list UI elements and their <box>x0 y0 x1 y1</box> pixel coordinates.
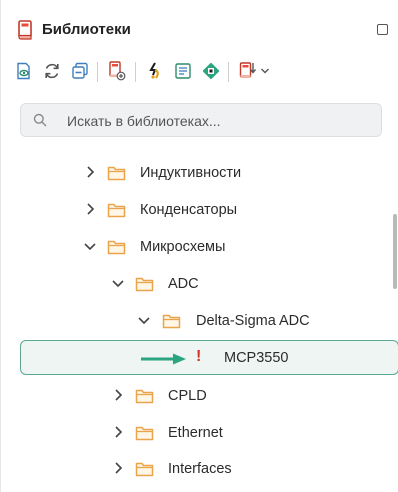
view-library-icon[interactable] <box>13 60 35 82</box>
maximize-icon[interactable] <box>377 24 388 35</box>
chevron-right-icon[interactable] <box>111 461 125 475</box>
library-book-icon <box>17 20 35 40</box>
chevron-right-icon[interactable] <box>111 388 125 402</box>
folder-icon <box>107 239 126 255</box>
chevron-right-icon[interactable] <box>83 202 97 216</box>
vertical-scrollbar[interactable] <box>393 214 397 289</box>
search-icon <box>33 113 47 132</box>
tree-item-label: Индуктивности <box>140 165 242 181</box>
tree-item-label: MCP3550 <box>224 350 289 366</box>
tree-item[interactable]: Interfaces <box>1 452 381 486</box>
warning-status-icon: ! <box>196 348 202 365</box>
toolbar <box>1 60 398 92</box>
tree-item-label: Ethernet <box>168 425 223 441</box>
chip-icon[interactable] <box>200 60 222 82</box>
tree-item[interactable]: Индуктивности <box>1 156 381 190</box>
toolbar-separator <box>97 62 98 82</box>
library-tree: Индуктивности Конденсаторы Микросхемы AD… <box>1 150 398 492</box>
add-library-icon[interactable] <box>106 60 128 82</box>
folder-icon <box>135 388 154 404</box>
folder-icon <box>135 425 154 441</box>
tree-item-label: Interfaces <box>168 461 232 477</box>
folder-icon <box>107 202 126 218</box>
panel-title: Библиотеки <box>42 21 131 38</box>
tree-item[interactable]: CPLD <box>1 379 381 413</box>
import-library-icon[interactable] <box>237 60 259 82</box>
tree-item[interactable]: Delta-Sigma ADC <box>1 304 381 338</box>
toolbar-separator <box>228 62 229 82</box>
tree-item-selected[interactable]: ! MCP3550 <box>20 340 398 375</box>
tree-item[interactable]: Микросхемы <box>1 230 381 264</box>
chevron-down-icon[interactable] <box>111 276 125 290</box>
tree-item-label: ADC <box>168 276 199 292</box>
panel-header: Библиотеки <box>1 0 398 56</box>
dropdown-chevron-icon[interactable] <box>257 60 273 82</box>
folder-icon <box>107 165 126 181</box>
component-properties-icon[interactable] <box>172 60 194 82</box>
search-input[interactable] <box>65 110 369 132</box>
link-icon[interactable] <box>144 60 166 82</box>
tree-item-label: CPLD <box>168 388 207 404</box>
chevron-down-icon[interactable] <box>137 313 151 327</box>
tree-item-label: Delta-Sigma ADC <box>196 313 310 329</box>
tree-item[interactable]: Конденсаторы <box>1 193 381 227</box>
folder-icon <box>135 461 154 477</box>
chevron-down-icon[interactable] <box>83 239 97 253</box>
arrow-right-icon <box>141 352 187 370</box>
chevron-right-icon[interactable] <box>111 425 125 439</box>
tree-item-label: Конденсаторы <box>140 202 238 218</box>
folder-icon <box>162 313 181 329</box>
search-box[interactable] <box>20 103 382 137</box>
tree-item[interactable]: ADC <box>1 267 381 301</box>
chevron-right-icon[interactable] <box>83 165 97 179</box>
folder-icon <box>135 276 154 292</box>
tree-item[interactable]: Ethernet <box>1 416 381 450</box>
collapse-all-icon[interactable] <box>69 60 91 82</box>
refresh-icon[interactable] <box>41 60 63 82</box>
tree-item-label: Микросхемы <box>140 239 226 255</box>
toolbar-separator <box>135 62 136 82</box>
libraries-panel: Библиотеки Искать в библиотеках... Индук… <box>0 0 398 492</box>
